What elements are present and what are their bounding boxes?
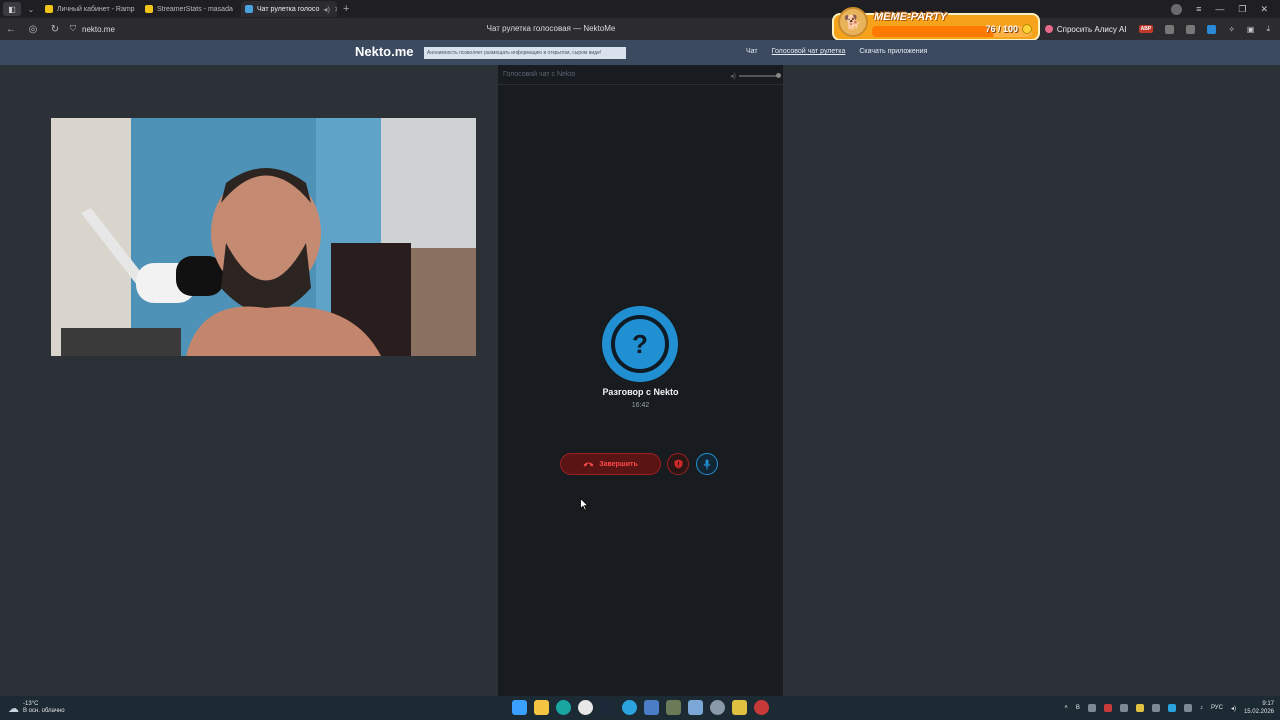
clock-date: 15.02.2026 <box>1243 709 1274 715</box>
steam-icon[interactable] <box>600 700 615 715</box>
end-call-button[interactable]: Завершить <box>560 453 661 475</box>
app-blue-icon[interactable] <box>644 700 659 715</box>
nekto-favicon-icon <box>245 5 253 13</box>
microphone-button[interactable] <box>696 453 718 475</box>
shield-warning-icon <box>674 459 682 469</box>
tab-label: StreamerStats - masada <box>157 5 233 13</box>
end-call-label: Завершить <box>599 460 638 468</box>
doge-icon: 🐕 <box>838 7 868 37</box>
file-explorer-icon[interactable] <box>534 700 549 715</box>
report-button[interactable] <box>667 453 689 475</box>
windows-taskbar: ☁ -13°C В осн. облачно ˄ B ♪ РУС ◂) 9:17 <box>0 696 1280 720</box>
volume-knob[interactable] <box>776 73 781 78</box>
microphone-icon <box>703 459 711 469</box>
tab-nekto[interactable]: Чат рулетка голосо ◂) ✕ <box>241 1 337 17</box>
site-header: Nekto.me Анонимность позволяет размещать… <box>0 40 1280 65</box>
volume-icon: ◂) <box>730 73 736 80</box>
edge-icon[interactable] <box>556 700 571 715</box>
new-tab-button[interactable]: + <box>343 3 349 15</box>
extension-globe-icon[interactable] <box>1165 24 1175 34</box>
meme-progress-count: 76 / 100 <box>985 24 1018 34</box>
download-icon[interactable]: ⤓ <box>1266 24 1270 34</box>
obs-record-icon[interactable] <box>754 700 769 715</box>
tab-audio-icon[interactable]: ◂) <box>319 5 330 14</box>
collections-icon[interactable]: ▣ <box>1247 25 1255 34</box>
tab-label: Чат рулетка голосо <box>257 5 320 13</box>
tab-streamerstats[interactable]: StreamerStats - masada <box>141 1 237 17</box>
app-yellow-icon[interactable] <box>732 700 747 715</box>
tray-app-icon[interactable] <box>1087 704 1096 712</box>
yandex-browser-icon[interactable] <box>578 700 593 715</box>
voice-chat-panel: Голосовой чат с Nekto ◂) ? Разговор с Ne… <box>498 65 783 696</box>
browser-tab-strip: ◧ ⌄ Личный кабинет - Ramp StreamerStats … <box>0 0 1280 18</box>
chevron-down-icon[interactable]: ⌄ <box>25 5 37 14</box>
app-diamond-icon[interactable] <box>688 700 703 715</box>
profile-icon[interactable] <box>1171 3 1183 15</box>
telegram-icon[interactable] <box>622 700 637 715</box>
nav-download-apps[interactable]: Скачать приложения <box>859 48 927 55</box>
tab-label: Личный кабинет - Ramp <box>57 5 135 13</box>
clock-time: 9:17 <box>1262 701 1274 707</box>
streamerstats-favicon-icon <box>145 5 153 13</box>
settings-icon[interactable] <box>710 700 725 715</box>
weather-temp: -13°C <box>23 701 39 707</box>
coin-icon <box>1022 24 1032 34</box>
clock[interactable]: 9:17 15.02.2026 <box>1244 700 1274 716</box>
extensions-puzzle-icon[interactable]: ✧ <box>1228 25 1235 34</box>
weather-widget[interactable]: ☁ -13°C В осн. облачно <box>8 701 65 715</box>
extension-blue-icon[interactable] <box>1207 24 1217 34</box>
chevron-up-icon[interactable]: ˄ <box>1064 705 1068 711</box>
alice-label: Спросить Алису AI <box>1056 24 1127 34</box>
nav-voice-chat[interactable]: Голосовой чат рулетка <box>772 48 846 55</box>
webcam-overlay <box>51 118 476 356</box>
microphone-tray-icon[interactable]: ♪ <box>1200 705 1203 711</box>
extension-square-icon[interactable] <box>1186 24 1196 34</box>
tray-app-icon[interactable] <box>1103 704 1112 712</box>
adblock-icon[interactable]: ABP <box>1138 25 1154 33</box>
tab-ramp[interactable]: Личный кабинет - Ramp <box>41 1 137 17</box>
language-indicator[interactable]: РУС <box>1211 705 1223 711</box>
nav-chat[interactable]: Чат <box>746 48 758 55</box>
caller-name: Разговор с Nekto <box>602 387 679 397</box>
ramp-favicon-icon <box>45 5 53 13</box>
meme-party-title: MEME-PARTY <box>874 11 947 23</box>
address-bar: ← ◎ ↻ ⛉ nekto.me Чат рулетка голосовая —… <box>0 18 1280 40</box>
browser-menu-icon[interactable]: ◧ <box>3 2 21 16</box>
volume-slider[interactable]: ◂) <box>730 72 781 80</box>
tray-telegram-icon[interactable] <box>1167 704 1176 712</box>
alice-icon <box>1044 25 1053 33</box>
call-timer: 16:42 <box>631 402 650 409</box>
question-mark-icon: ? <box>611 315 669 373</box>
anonymity-notice: Анонимность позволяет размещать информац… <box>424 47 626 59</box>
system-tray: ˄ B ♪ РУС ◂) 9:17 15.02.2026 <box>1064 696 1274 720</box>
tray-app-icon[interactable] <box>1135 704 1144 712</box>
site-nav: Чат Голосовой чат рулетка Скачать прилож… <box>746 48 927 55</box>
volume-track[interactable] <box>739 73 781 78</box>
pinned-apps <box>512 700 769 715</box>
ask-alice-button[interactable]: Спросить Алису AI <box>1044 24 1127 34</box>
restore-icon[interactable]: ❐ <box>1238 4 1246 15</box>
minimize-icon[interactable]: — <box>1215 4 1224 14</box>
app-game-icon[interactable] <box>666 700 681 715</box>
meme-party-widget: 🐕 MEME-PARTY 76 / 100 <box>832 7 1040 41</box>
volume-tray-icon[interactable]: ◂) <box>1231 705 1236 712</box>
start-icon[interactable] <box>512 700 527 715</box>
partner-avatar: ? <box>602 306 678 382</box>
hangup-phone-icon <box>583 462 594 467</box>
weather-desc: В осн. облачно <box>23 708 65 714</box>
cloud-icon: ☁ <box>8 702 19 715</box>
webcam-image <box>51 118 476 356</box>
close-window-icon[interactable]: ✕ <box>1260 4 1268 15</box>
site-logo[interactable]: Nekto.me <box>355 44 414 59</box>
tray-app-icon[interactable] <box>1151 704 1160 712</box>
close-tab-icon[interactable]: ✕ <box>330 5 337 14</box>
chat-header-label: Голосовой чат с Nekto <box>503 71 576 78</box>
tray-app-icon[interactable] <box>1183 704 1192 712</box>
tray-letter-icon[interactable]: B <box>1076 705 1080 711</box>
mouse-cursor-icon <box>580 498 589 511</box>
tray-app-icon[interactable] <box>1119 704 1128 712</box>
menu-icon[interactable]: ≡ <box>1196 4 1201 14</box>
